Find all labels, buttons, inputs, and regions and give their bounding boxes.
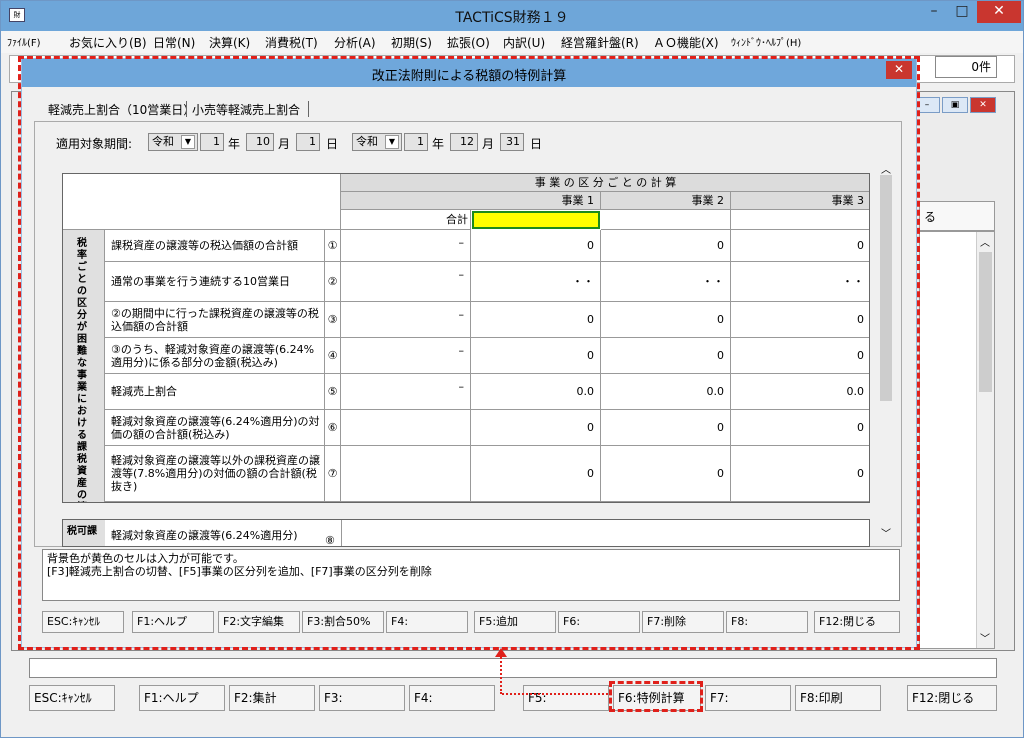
menu-bar: ﾌｧｲﾙ(F) お気に入り(B) 日常(N) 決算(K) 消費税(T) 分析(A…	[1, 31, 1023, 53]
menu-initial[interactable]: 初期(S)	[391, 34, 432, 51]
bg-column-header: る	[919, 201, 995, 231]
fkey-f7[interactable]: F7:	[705, 685, 791, 711]
record-count: 0件	[935, 56, 997, 78]
bg-scrollbar[interactable]: ︿ ﹀	[976, 232, 994, 648]
close-button[interactable]: ✕	[977, 1, 1021, 23]
maximize-button[interactable]: □	[949, 1, 975, 23]
menu-file[interactable]: ﾌｧｲﾙ(F)	[7, 34, 41, 49]
highlight-f6-button	[609, 681, 703, 712]
fkey-f1-help[interactable]: F1:ヘルプ	[139, 685, 225, 711]
annotation-connector-horizontal	[502, 693, 608, 695]
bg-close-button[interactable]: ✕	[970, 97, 996, 113]
fkey-f12-close[interactable]: F12:閉じる	[907, 685, 997, 711]
menu-daily[interactable]: 日常(N)	[153, 34, 195, 51]
scroll-up-icon[interactable]: ︿	[980, 234, 990, 249]
menu-window-help[interactable]: ｳｨﾝﾄﾞｳ･ﾍﾙﾌﾟ(H)	[731, 34, 801, 49]
menu-compass[interactable]: 経営羅針盤(R)	[561, 34, 639, 51]
fkey-esc-cancel[interactable]: ESC:ｷｬﾝｾﾙ	[29, 685, 115, 711]
fkey-f2-total[interactable]: F2:集計	[229, 685, 315, 711]
annotation-arrow-icon	[495, 648, 507, 657]
menu-consumption-tax[interactable]: 消費税(T)	[265, 34, 318, 51]
app-title: TACTiCS財務１９	[455, 10, 569, 26]
bg-header-text: る	[924, 210, 937, 224]
menu-extension[interactable]: 拡張(O)	[447, 34, 490, 51]
annotation-connector-vertical	[500, 654, 502, 694]
scroll-thumb[interactable]	[979, 252, 992, 392]
fkey-f8-print[interactable]: F8:印刷	[795, 685, 881, 711]
bg-restore-button[interactable]: ▣	[942, 97, 968, 113]
menu-favorites[interactable]: お気に入り(B)	[69, 34, 147, 51]
menu-ao[interactable]: ＡＯ機能(X)	[653, 34, 719, 51]
fkey-f3[interactable]: F3:	[319, 685, 405, 711]
bg-list: ︿ ﹀	[919, 231, 995, 649]
menu-settlement[interactable]: 決算(K)	[209, 34, 250, 51]
fkey-f5[interactable]: F5:	[523, 685, 609, 711]
menu-breakdown[interactable]: 内訳(U)	[503, 34, 545, 51]
title-bar: 財 TACTiCS財務１９ – □ ✕	[1, 1, 1023, 31]
highlight-dialog-outline	[18, 56, 920, 650]
fkey-f4[interactable]: F4:	[409, 685, 495, 711]
menu-analysis[interactable]: 分析(A)	[334, 34, 376, 51]
status-line	[29, 658, 997, 678]
minimize-button[interactable]: –	[921, 1, 947, 23]
scroll-down-icon[interactable]: ﹀	[980, 630, 990, 645]
